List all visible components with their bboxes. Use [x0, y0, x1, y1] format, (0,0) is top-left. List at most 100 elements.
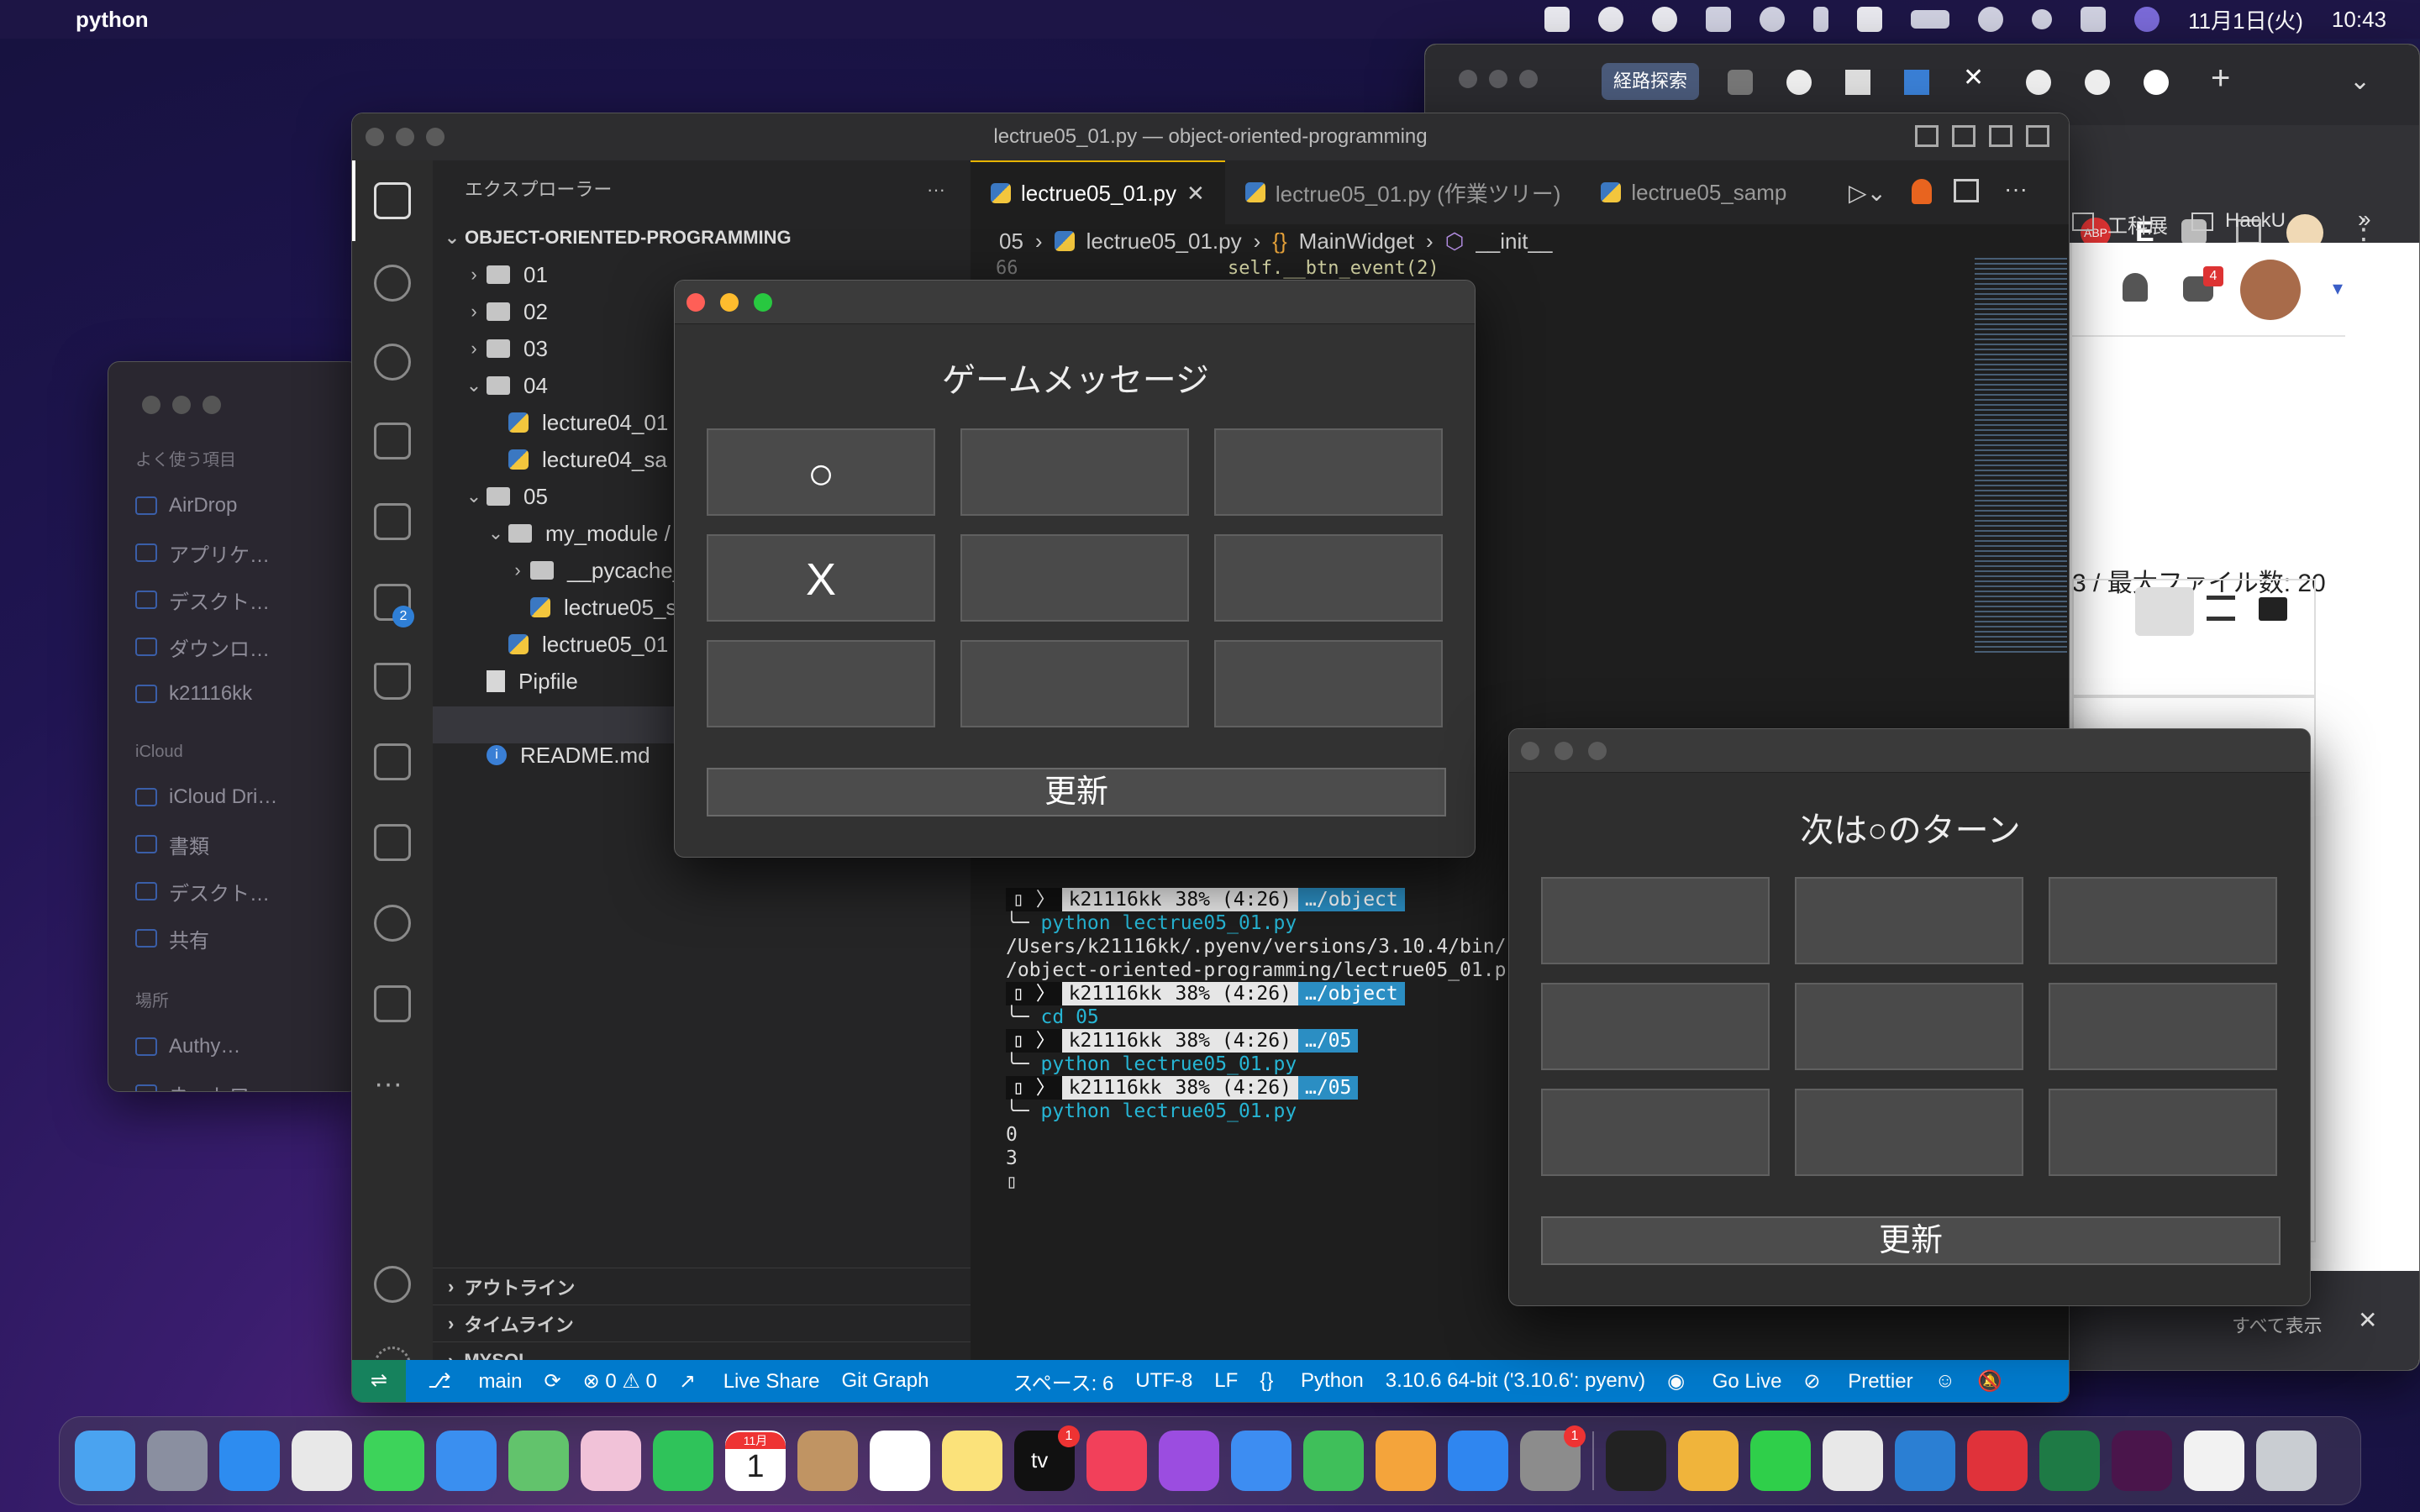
tab-lectrue05-sample[interactable]: lectrue05_samp [1581, 160, 1824, 224]
board-cell[interactable] [1541, 1089, 1770, 1176]
close-tab-icon[interactable]: ✕ [1186, 181, 1205, 207]
finder-sidebar-item[interactable]: 共有 [135, 915, 359, 962]
grid-view-icon[interactable] [2135, 587, 2194, 636]
numbers-icon[interactable] [1303, 1431, 1364, 1491]
zoom-button[interactable] [1519, 70, 1538, 88]
remote-indicator-icon[interactable]: ⇌ [352, 1360, 407, 1402]
photos-icon[interactable] [581, 1431, 641, 1491]
messages-icon[interactable] [364, 1431, 424, 1491]
user-menu-chevron-icon[interactable]: ▾ [2333, 276, 2343, 301]
finder-sidebar-item[interactable]: k21116kk [135, 670, 359, 717]
contacts-icon[interactable] [797, 1431, 858, 1491]
eol-indicator[interactable]: LF [1214, 1369, 1238, 1393]
app-menu-name[interactable]: python [76, 7, 149, 33]
tab-search-icon[interactable]: ⌄ [2349, 66, 2370, 96]
live-share-button[interactable]: ↗ Live Share [679, 1369, 820, 1394]
bookmark-folder[interactable]: HackU [2225, 209, 2286, 233]
minimize-button[interactable] [720, 293, 739, 312]
minimize-button[interactable] [1489, 70, 1507, 88]
feedback-icon[interactable]: ☺ [1935, 1369, 1956, 1393]
input-method-icon[interactable] [1857, 7, 1883, 32]
board-cell[interactable] [2049, 983, 2277, 1070]
more-views-icon[interactable]: ··· [374, 1068, 402, 1100]
run-debug-icon[interactable] [374, 423, 411, 459]
google-tab-icon[interactable] [2026, 70, 2051, 95]
menu-bar-time[interactable]: 10:43 [2332, 7, 2386, 33]
finder-sidebar-item[interactable]: デスクト… [135, 576, 359, 623]
split-editor-icon[interactable] [1954, 179, 1979, 202]
project-root[interactable]: ⌄ OBJECT-ORIENTED-PROGRAMMING [433, 219, 971, 256]
user-avatar[interactable] [2240, 260, 2301, 320]
app-store-icon[interactable] [1448, 1431, 1508, 1491]
live-share-icon[interactable] [374, 743, 411, 780]
board-cell[interactable] [960, 640, 1189, 727]
breadcrumb-folder[interactable]: 05 [999, 228, 1023, 255]
board-cell[interactable] [960, 534, 1189, 622]
toggle-sidebar-icon[interactable] [1915, 125, 1939, 147]
editor-more-actions-icon[interactable]: ··· [2004, 176, 2028, 202]
finder-sidebar-item[interactable]: AirDrop [135, 482, 359, 529]
language-mode[interactable]: {} Python [1260, 1369, 1363, 1393]
safari-icon[interactable] [219, 1431, 280, 1491]
minimize-button[interactable] [172, 396, 191, 414]
zoom-button[interactable] [426, 128, 445, 146]
accounts-icon[interactable] [374, 1266, 411, 1303]
tab-favicon-icon[interactable] [1845, 70, 1870, 95]
breadcrumb-class[interactable]: MainWidget [1299, 228, 1414, 255]
source-control-icon[interactable] [374, 344, 411, 381]
close-button[interactable] [1521, 742, 1539, 760]
customize-layout-icon[interactable] [2026, 125, 2049, 147]
board-cell[interactable] [2049, 1089, 2277, 1176]
zoom-button[interactable] [754, 293, 772, 312]
siri-icon[interactable] [2134, 7, 2160, 32]
minimize-button[interactable] [396, 128, 414, 146]
toggle-secondary-sidebar-icon[interactable] [1989, 125, 2012, 147]
line-icon[interactable] [1598, 7, 1624, 32]
github-tab-icon[interactable] [2144, 70, 2169, 95]
board-cell[interactable] [1214, 534, 1443, 622]
board-cell[interactable] [2049, 877, 2277, 964]
tab-lectrue05-01[interactable]: lectrue05_01.py ✕ [971, 160, 1225, 224]
board-cell[interactable] [1214, 640, 1443, 727]
sync-icon[interactable]: ⟳ [544, 1369, 560, 1394]
line-icon[interactable] [1750, 1431, 1811, 1491]
podcasts-icon[interactable] [1159, 1431, 1219, 1491]
excel-icon[interactable] [2039, 1431, 2100, 1491]
go-live-button[interactable]: ◉ Go Live [1667, 1369, 1781, 1394]
tab-lectrue05-01-worktree[interactable]: lectrue05_01.py (作業ツリー) [1225, 160, 1581, 224]
terminal-icon[interactable] [1606, 1431, 1666, 1491]
board-cell[interactable] [960, 428, 1189, 516]
finder-sidebar-item[interactable]: Authy… [135, 1023, 359, 1070]
close-button[interactable] [1459, 70, 1477, 88]
close-tab-icon[interactable]: ✕ [1963, 63, 1988, 100]
bookmark-folder[interactable]: 工科展 [2107, 209, 2168, 239]
tab-favicon-icon[interactable] [1786, 70, 1812, 95]
maps-icon[interactable] [508, 1431, 569, 1491]
run-file-icon[interactable]: ▷⌄ [1849, 179, 1886, 207]
database-icon[interactable] [374, 985, 411, 1022]
document-icon[interactable] [2184, 1431, 2244, 1491]
finder-sidebar-item[interactable]: ネットワ… [135, 1070, 359, 1091]
board-cell[interactable]: ○ [707, 428, 935, 516]
toggle-panel-icon[interactable] [1952, 125, 1975, 147]
keynote-icon[interactable] [1231, 1431, 1292, 1491]
problems-indicator[interactable]: ⊗ 0 ⚠ 0 [583, 1369, 657, 1394]
tv-icon[interactable]: tv 1 [1014, 1425, 1080, 1491]
tab-favicon-icon[interactable] [1904, 70, 1929, 95]
search-icon[interactable] [374, 265, 411, 302]
update-button[interactable]: 更新 [707, 768, 1446, 816]
chrome-icon[interactable] [292, 1431, 352, 1491]
vscode-icon[interactable] [1895, 1431, 1955, 1491]
outline-section[interactable]: › アウトライン [433, 1268, 971, 1305]
indentation-indicator[interactable]: スペース: 6 [1013, 1367, 1113, 1396]
finder-icon[interactable] [75, 1431, 135, 1491]
google-tab-icon[interactable] [2085, 70, 2110, 95]
testing-icon[interactable] [374, 663, 411, 700]
warning-icon[interactable] [1652, 7, 1678, 32]
airdrop-icon[interactable] [1760, 7, 1786, 32]
notification-bell-icon[interactable] [2123, 273, 2148, 302]
mail-icon[interactable] [436, 1431, 497, 1491]
finder-sidebar-item[interactable]: アプリケ… [135, 529, 359, 576]
authy-icon[interactable] [1967, 1431, 2028, 1491]
finder-sidebar-item[interactable]: ダウンロ… [135, 623, 359, 670]
